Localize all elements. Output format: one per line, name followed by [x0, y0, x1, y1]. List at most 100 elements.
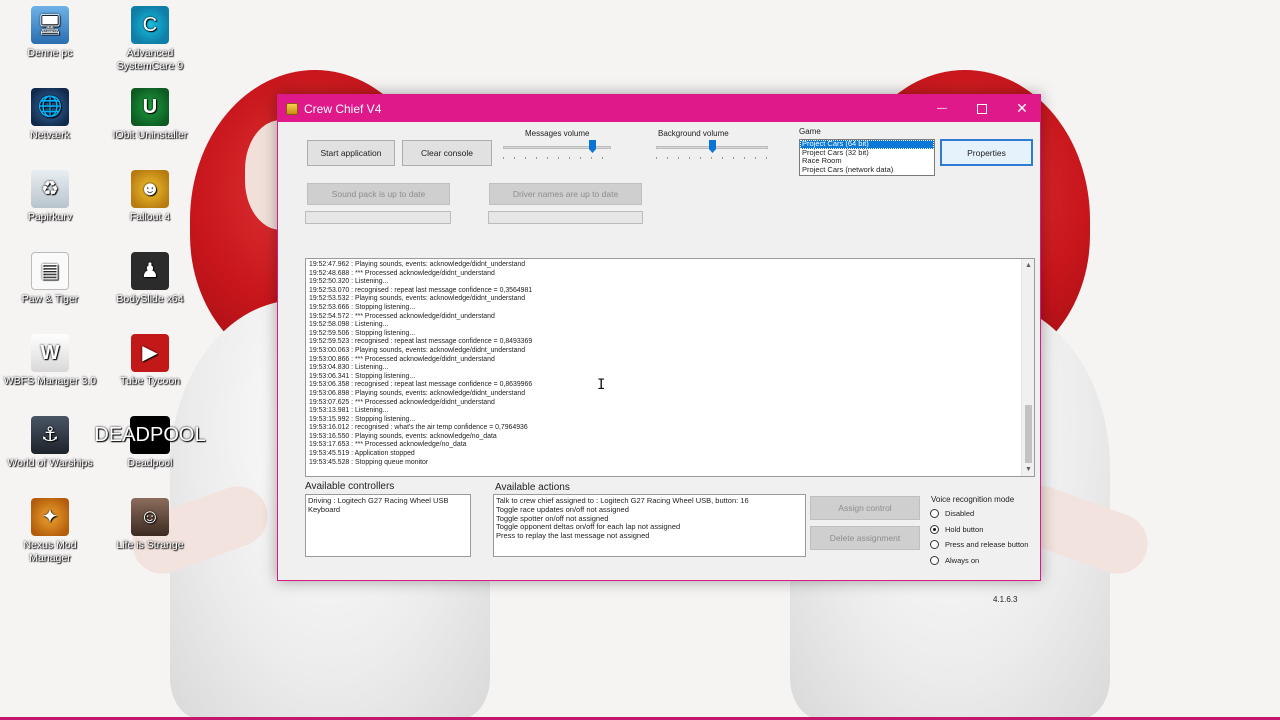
- desktop-icon-advanced-systemcare[interactable]: C Advanced SystemCare 9: [102, 6, 198, 73]
- deadpool-icon: DEADPOOL: [94, 416, 206, 454]
- maximize-icon: [977, 103, 987, 114]
- desktop-icon-tube-tycoon[interactable]: ▶ Tube Tycoon: [102, 334, 198, 388]
- desktop-icon-label: WBFS Manager 3.0: [3, 375, 97, 387]
- messages-volume-slider[interactable]: [503, 140, 611, 164]
- desktop-icon-network[interactable]: 🌐 Netværk: [2, 88, 98, 142]
- list-item[interactable]: Keyboard: [308, 505, 468, 515]
- slider-ticks: [503, 157, 611, 159]
- desktop-icon-label: Life is Strange: [116, 539, 184, 551]
- desktop-icon-label: Papirkurv: [27, 211, 73, 223]
- close-button[interactable]: ✕: [1002, 95, 1042, 122]
- window-title: Crew Chief V4: [304, 101, 382, 116]
- nexus-mod-manager-icon: ✦: [31, 498, 69, 536]
- desktop-icon-wbfs-manager[interactable]: W WBFS Manager 3.0: [2, 334, 98, 388]
- desktop-icon-label: Nexus Mod Manager: [23, 539, 77, 564]
- console-line: 19:53:06.358 : recognised : repeat last …: [309, 381, 533, 389]
- assign-control-button[interactable]: Assign control: [810, 496, 920, 520]
- game-option[interactable]: Project Cars (network data): [800, 165, 934, 175]
- voice-recognition-label: Voice recognition mode: [931, 495, 1015, 504]
- console-line: 19:53:16.012 : recognised : what's the a…: [309, 424, 528, 432]
- desktop-icon-bodyslide[interactable]: ♟ BodySlide x64: [102, 252, 198, 306]
- desktop-icon-label: IObit Uninstaller: [112, 129, 188, 141]
- desktop-icon-label: Deadpool: [127, 457, 173, 469]
- actions-list[interactable]: Talk to crew chief assigned to : Logitec…: [493, 494, 806, 557]
- game-label: Game: [799, 127, 821, 136]
- maximize-button[interactable]: [962, 95, 1002, 122]
- radio-button[interactable]: [930, 540, 939, 549]
- title-bar[interactable]: Crew Chief V4 — ✕: [278, 95, 1040, 122]
- desktop-icon-fallout-4[interactable]: ☻ Fallout 4: [102, 170, 198, 224]
- desktop-icon-label: BodySlide x64: [116, 293, 184, 305]
- properties-button[interactable]: Properties: [940, 139, 1033, 166]
- desktop-icon-label: Fallout 4: [129, 211, 171, 223]
- controllers-list[interactable]: Driving : Logitech G27 Racing Wheel USB …: [305, 494, 471, 557]
- console-line: 19:52:53.532 : Playing sounds, events: a…: [309, 295, 526, 303]
- console-line: 19:53:45.528 : Stopping queue monitor: [309, 458, 429, 466]
- radio-label: Press and release button: [945, 540, 1029, 549]
- console-line: 19:53:13.981 : Listening...: [309, 407, 389, 415]
- console-line: 19:53:15.992 : Stopping listening...: [309, 415, 416, 423]
- slider-thumb[interactable]: [709, 140, 716, 153]
- console-line: 19:53:00.866 : *** Processed acknowledge…: [309, 355, 495, 363]
- computer-icon: 🖥: [31, 6, 69, 44]
- minimize-button[interactable]: —: [922, 95, 962, 122]
- scroll-down-icon[interactable]: ▼: [1022, 463, 1034, 476]
- background-volume-slider[interactable]: [656, 140, 768, 164]
- radio-label: Always on: [945, 556, 980, 565]
- console-line: 19:53:06.341 : Stopping listening...: [309, 372, 416, 380]
- close-icon: ✕: [1016, 100, 1028, 116]
- available-actions-label: Available actions: [495, 482, 570, 493]
- console-line: 19:52:59.523 : recognised : repeat last …: [309, 338, 533, 346]
- console-output[interactable]: 19:52:47.962 : Playing sounds, events: a…: [305, 258, 1035, 477]
- scrollbar-thumb[interactable]: [1025, 405, 1032, 463]
- window-content: Start application Clear console Messages…: [278, 122, 1040, 604]
- start-application-button[interactable]: Start application: [307, 140, 395, 166]
- desktop-icon-label: World of Warships: [7, 457, 93, 469]
- voice-option-hold-button[interactable]: Hold button: [930, 525, 983, 534]
- console-scrollbar[interactable]: ▲ ▼: [1021, 259, 1034, 476]
- desktop-icon-pc[interactable]: 🖥 Denne pc: [2, 6, 98, 60]
- game-listbox[interactable]: Project Cars (64 bit) Project Cars (32 b…: [799, 139, 935, 176]
- console-lines: 19:52:47.962 : Playing sounds, events: a…: [309, 261, 532, 467]
- console-line: 19:52:47.962 : Playing sounds, events: a…: [309, 261, 526, 268]
- driver-names-button[interactable]: Driver names are up to date: [489, 183, 642, 205]
- life-is-strange-icon: ☺: [131, 498, 169, 536]
- radio-button[interactable]: [930, 525, 939, 534]
- radio-button[interactable]: [930, 556, 939, 565]
- console-line: 19:52:58.098 : Listening...: [309, 321, 389, 329]
- sound-pack-progress: [305, 211, 451, 224]
- radio-label: Disabled: [945, 509, 975, 518]
- text-cursor-icon: I: [597, 377, 606, 393]
- desktop-icon-nexus-mod-manager[interactable]: ✦ Nexus Mod Manager: [2, 498, 98, 565]
- console-line: 19:53:00.063 : Playing sounds, events: a…: [309, 346, 526, 354]
- desktop-icon-iobit-uninstaller[interactable]: U IObit Uninstaller: [102, 88, 198, 142]
- desktop-icon-recycle-bin[interactable]: ♻ Papirkurv: [2, 170, 98, 224]
- messages-volume-label: Messages volume: [525, 129, 590, 138]
- desktop-icon-world-of-warships[interactable]: ⚓ World of Warships: [2, 416, 98, 470]
- radio-label: Hold button: [945, 525, 984, 534]
- iobit-uninstaller-icon: U: [131, 88, 169, 126]
- console-line: 19:53:45.519 : Application stopped: [309, 450, 415, 458]
- desktop-icon-deadpool[interactable]: DEADPOOL Deadpool: [94, 416, 206, 470]
- desktop-icon-paw-tiger[interactable]: ▤ Paw & Tiger: [2, 252, 98, 306]
- sound-pack-button[interactable]: Sound pack is up to date: [307, 183, 450, 205]
- available-controllers-label: Available controllers: [305, 481, 395, 492]
- voice-option-press-release[interactable]: Press and release button: [930, 540, 1028, 549]
- voice-option-always-on[interactable]: Always on: [930, 556, 979, 565]
- scroll-up-icon[interactable]: ▲: [1022, 259, 1034, 272]
- app-icon: [286, 102, 298, 115]
- slider-thumb[interactable]: [589, 140, 596, 153]
- console-line: 19:52:48.688 : *** Processed acknowledge…: [309, 269, 495, 277]
- console-line: 19:53:06.898 : Playing sounds, events: a…: [309, 389, 526, 397]
- camera-icon: ▶: [131, 334, 169, 372]
- clear-console-button[interactable]: Clear console: [402, 140, 492, 166]
- voice-option-disabled[interactable]: Disabled: [930, 509, 974, 518]
- bodyslide-icon: ♟: [131, 252, 169, 290]
- desktop-icon-life-is-strange[interactable]: ☺ Life is Strange: [102, 498, 198, 552]
- desktop-icon-label: Denne pc: [27, 47, 73, 59]
- delete-assignment-button[interactable]: Delete assignment: [810, 526, 920, 550]
- radio-button[interactable]: [930, 509, 939, 518]
- desktop-icon-label: Tube Tycoon: [119, 375, 181, 387]
- list-item[interactable]: Press to replay the last message not ass…: [496, 531, 803, 541]
- slider-ticks: [656, 157, 768, 159]
